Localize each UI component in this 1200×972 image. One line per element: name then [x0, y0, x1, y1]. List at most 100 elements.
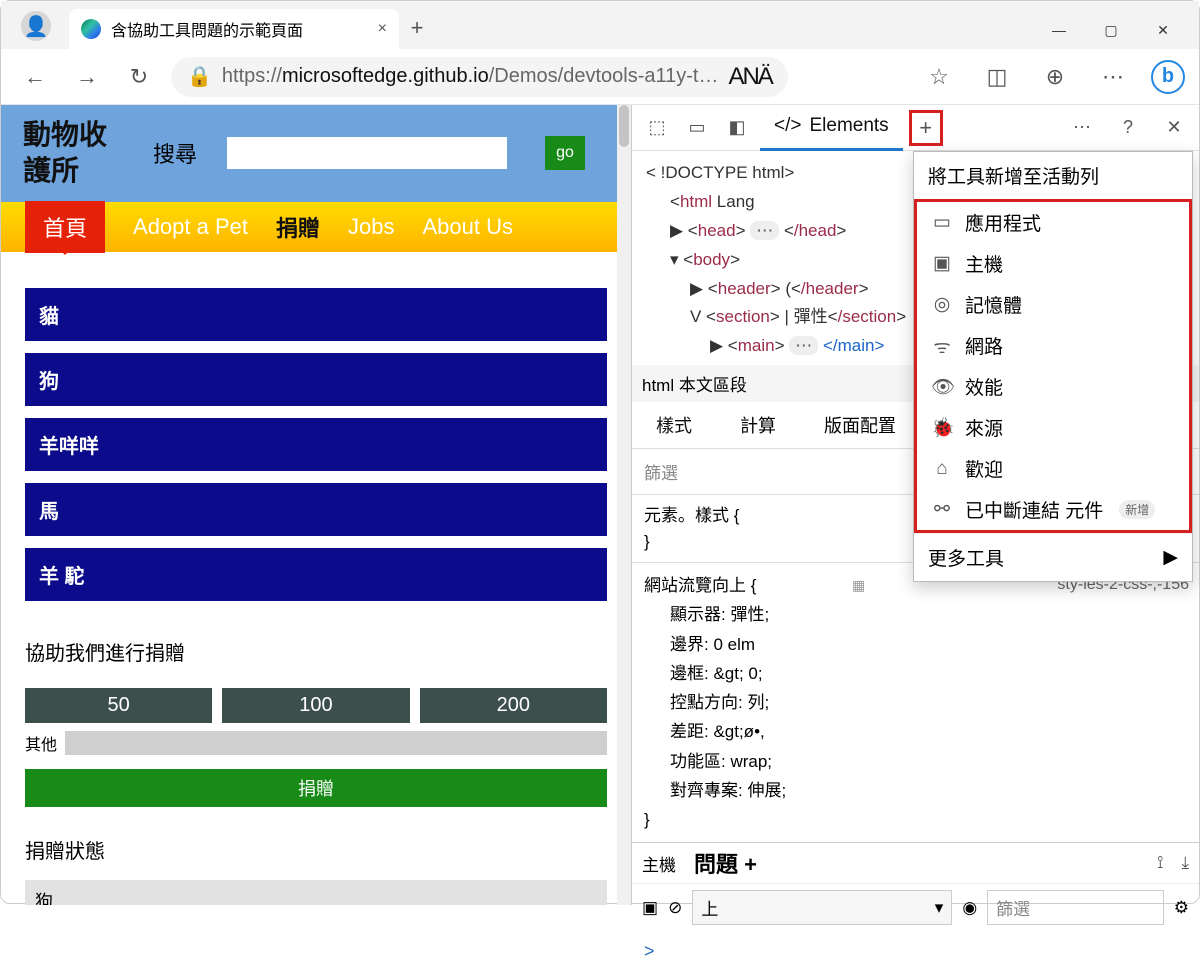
other-amount-input[interactable] — [65, 731, 607, 755]
window-controls: — ▢ ✕ — [1047, 22, 1189, 49]
minimize-button[interactable]: — — [1047, 22, 1071, 39]
tab-close-icon[interactable]: × — [378, 20, 387, 38]
page-scrollbar[interactable] — [617, 105, 631, 905]
close-button[interactable]: ✕ — [1151, 22, 1175, 39]
more-tools-icon[interactable]: ⋯ — [1065, 117, 1099, 138]
welcome-icon: ⌂ — [931, 458, 953, 480]
subtab-computed[interactable]: 計算 — [716, 402, 800, 448]
flex-badge-icon[interactable]: ▦ — [852, 573, 863, 597]
subtab-layout[interactable]: 版面配置 — [800, 402, 920, 448]
status-heading: 捐贈狀態 — [25, 835, 607, 864]
sidebar-toggle-icon[interactable]: ▣ — [642, 898, 658, 918]
collections-button[interactable]: ⊕ — [1035, 57, 1075, 97]
css-rule[interactable]: 邊界: 0 elm — [670, 630, 1187, 659]
css-rule[interactable]: 顯示器: 彈性; — [670, 600, 1187, 629]
search-go-button[interactable]: go — [545, 136, 585, 170]
page-header: 動物收護所 搜尋 go — [1, 105, 631, 202]
crumb-left: html 本文區段 — [642, 371, 747, 396]
list-item[interactable]: 馬 — [25, 483, 607, 536]
css-rule[interactable]: 控點方向: 列; — [670, 688, 1187, 717]
tool-sources[interactable]: 🐞來源 — [917, 407, 1189, 448]
rule-block[interactable]: 網站流覽向上 { sty-les-2-css-;-156 ▦ 顯示器: 彈性; … — [632, 563, 1199, 842]
context-dropdown[interactable]: 上▾ — [692, 890, 952, 925]
application-icon: ▭ — [931, 211, 953, 234]
list-item[interactable]: 羊 駝 — [25, 548, 607, 601]
tab-elements[interactable]: </> Elements — [760, 105, 903, 151]
profile-avatar[interactable]: 👤 — [21, 11, 51, 41]
favorite-button[interactable]: ☆ — [919, 57, 959, 97]
memory-icon: ◎ — [931, 293, 953, 316]
forward-button[interactable]: → — [67, 57, 107, 97]
css-rule[interactable]: 邊框: &gt; 0; — [670, 659, 1187, 688]
subtab-styles[interactable]: 樣式 — [632, 402, 716, 448]
other-label: 其他 — [25, 731, 57, 755]
add-tool-button[interactable]: + — [909, 110, 943, 146]
css-rule[interactable]: 功能區: wrap; — [670, 747, 1187, 776]
split-screen-button[interactable]: ◫ — [977, 57, 1017, 97]
nav-about[interactable]: About Us — [423, 214, 514, 240]
donate-section: 協助我們進行捐贈 50 100 200 其他 捐贈 — [1, 621, 631, 813]
donate-50[interactable]: 50 — [25, 688, 212, 723]
tool-performance[interactable]: 👁效能 — [917, 366, 1189, 407]
link-icon: ⚯ — [931, 498, 953, 521]
bing-chat-button[interactable]: b — [1151, 60, 1185, 94]
browser-tab[interactable]: 含協助工具問題的示範頁面 × — [69, 9, 399, 49]
nav-home[interactable]: 首頁 — [25, 201, 105, 253]
dock-icon[interactable]: ◧ — [720, 117, 754, 138]
devtools-close-icon[interactable]: ✕ — [1157, 117, 1191, 138]
css-rule[interactable]: 對齊專案: 伸展; — [670, 776, 1187, 805]
list-item[interactable]: 狗 — [25, 353, 607, 406]
more-button[interactable]: ⋯ — [1093, 57, 1133, 97]
donate-submit-button[interactable]: 捐贈 — [25, 769, 607, 807]
code-icon: </> — [774, 115, 801, 137]
list-item[interactable]: 貓 — [25, 288, 607, 341]
tools-menu-heading: 將工具新增至活動列 — [914, 152, 1192, 199]
device-icon[interactable]: ▭ — [680, 117, 714, 138]
tool-console[interactable]: ▣主機 — [917, 243, 1189, 284]
drawer-icon[interactable]: ⟟ — [1157, 853, 1163, 873]
address-bar[interactable]: 🔒 https://microsoftedge.github.io/Demos/… — [171, 57, 788, 97]
search-input[interactable] — [227, 137, 507, 169]
titlebar: 👤 含協助工具問題的示範頁面 × + — ▢ ✕ — [1, 1, 1199, 49]
url-host: microsoftedge.github.io — [282, 65, 489, 87]
clear-icon[interactable]: ⊘ — [668, 898, 682, 918]
settings-gear-icon[interactable]: ⚙ — [1174, 898, 1189, 918]
site-logo: 動物收護所 — [23, 117, 123, 190]
css-rule[interactable]: 差距: &gt;ø•, — [670, 717, 1187, 746]
primary-nav: 首頁 Adopt a Pet 捐贈 Jobs About Us — [1, 202, 631, 252]
nav-donate[interactable]: 捐贈 — [276, 211, 320, 243]
inspect-icon[interactable]: ⬚ — [640, 117, 674, 138]
help-icon[interactable]: ? — [1111, 117, 1145, 138]
drawer-tab-console[interactable]: 主機 — [642, 851, 676, 876]
devtools-toolbar: ⬚ ▭ ◧ </> Elements + ⋯ ? ✕ — [632, 105, 1199, 151]
reload-button[interactable]: ↻ — [119, 57, 159, 97]
console-icon: ▣ — [931, 252, 953, 275]
reader-mode-button[interactable]: ANÄ — [728, 63, 771, 91]
new-tab-button[interactable]: + — [399, 15, 435, 49]
donate-100[interactable]: 100 — [222, 688, 409, 723]
donate-heading: 協助我們進行捐贈 — [25, 637, 607, 666]
nav-jobs[interactable]: Jobs — [348, 214, 394, 240]
list-item[interactable]: 羊咩咩 — [25, 418, 607, 471]
tool-welcome[interactable]: ⌂歡迎 — [917, 448, 1189, 489]
tool-detached[interactable]: ⚯已中斷連結 元件新增 — [917, 489, 1189, 530]
lock-icon: 🔒 — [187, 64, 212, 89]
tool-memory[interactable]: ◎記憶體 — [917, 284, 1189, 325]
maximize-button[interactable]: ▢ — [1099, 22, 1123, 39]
status-text: 狗 — [25, 880, 607, 905]
search-label: 搜尋 — [153, 137, 197, 169]
eye-icon[interactable]: ◉ — [962, 898, 977, 918]
tool-network[interactable]: ᯤ網路 — [917, 325, 1189, 366]
tab-title: 含協助工具問題的示範頁面 — [111, 17, 303, 41]
donate-200[interactable]: 200 — [420, 688, 607, 723]
tool-application[interactable]: ▭應用程式 — [917, 202, 1189, 243]
drawer-tab-issues[interactable]: 問題 + — [694, 847, 757, 879]
nav-adopt[interactable]: Adopt a Pet — [133, 214, 248, 240]
console-prompt[interactable]: > — [632, 931, 1199, 972]
back-button[interactable]: ← — [15, 57, 55, 97]
performance-icon: 👁 — [931, 375, 953, 399]
drawer-expand-icon[interactable]: ⤓ — [1181, 853, 1189, 873]
rule-close: } — [644, 805, 1187, 834]
more-tools[interactable]: 更多工具▶ — [914, 533, 1192, 581]
console-filter[interactable]: 篩選 — [987, 890, 1164, 925]
